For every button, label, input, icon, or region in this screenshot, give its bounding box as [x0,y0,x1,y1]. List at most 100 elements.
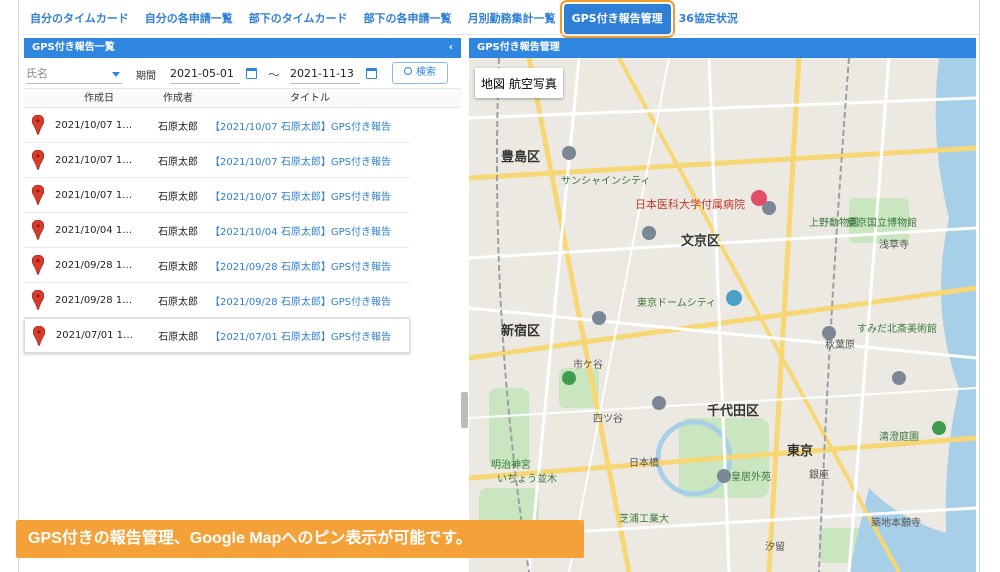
tab-subordinate-timecard[interactable]: 部下のタイムカード [241,4,356,34]
table-row[interactable]: 2021/10/04 1… 石原太郎 【2021/10/04 石原太郎】GPS付… [24,213,410,248]
map-label: サンシャインシティ [561,176,651,187]
map-pin-icon [24,115,52,135]
row-date: 2021/10/07 1… [55,154,133,166]
search-button-label: 検索 [416,67,436,78]
table-row[interactable]: 2021/10/07 1… 石原太郎 【2021/10/07 石原太郎】GPS付… [24,143,410,178]
map-label: 芝浦工業大 [619,514,669,525]
row-author: 石原太郎 [158,296,198,308]
report-rows: 2021/10/07 1… 石原太郎 【2021/10/07 石原太郎】GPS付… [24,108,410,353]
chevron-left-icon[interactable]: ‹ [449,38,453,58]
row-date: 2021/07/01 1… [55,330,134,341]
table-row[interactable]: 2021/09/28 1… 石原太郎 【2021/09/28 石原太郎】GPS付… [24,248,410,283]
map-label: 文京区 [681,234,721,249]
row-date: 2021/09/28 1… [55,294,133,306]
row-author: 石原太郎 [158,226,198,238]
map-label: 汐留 [765,542,785,553]
panel-resize-handle[interactable] [461,392,468,428]
report-list-title: GPS付き報告一覧 [32,42,115,53]
tab-monthly-summary[interactable]: 月別勤務集計一覧 [460,4,564,34]
row-title-link[interactable]: 【2021/10/07 石原太郎】GPS付き報告 [210,118,410,133]
map-label: 東京国立博物館 [847,218,917,229]
row-author: 石原太郎 [158,121,198,133]
table-row[interactable]: 2021/07/01 1… 石原太郎 【2021/07/01 石原太郎】GPS付… [24,318,410,353]
tab-my-requests[interactable]: 自分の各申請一覧 [137,4,241,34]
map-type-toggle[interactable]: 地図 航空写真 [475,68,564,98]
search-icon [404,67,412,75]
date-to-input[interactable]: 2021-11-13 [290,64,360,84]
gps-map-panel: GPS付き報告管理 地図 航空写真 豊島区 文京区 新宿区 千代田区 東京 サン… [469,38,976,572]
caret-down-icon [112,72,120,77]
map-label: 東京 [787,444,814,459]
map-type-satellite[interactable]: 航空写真 [507,75,559,92]
row-author: 石原太郎 [158,261,198,273]
tab-my-timecard[interactable]: 自分のタイムカード [22,4,137,34]
tab-bar: 自分のタイムカード 自分の各申請一覧 部下のタイムカード 部下の各申請一覧 月別… [22,0,746,38]
map-label: 明治神宮 [491,460,531,471]
gps-map-header: GPS付き報告管理 [469,38,976,58]
row-author: 石原太郎 [158,156,198,168]
name-select[interactable]: 氏名 [26,64,122,84]
map-label: 豊島区 [501,150,541,165]
map-pin-icon [24,150,52,170]
tab-subordinate-requests[interactable]: 部下の各申請一覧 [356,4,460,34]
column-created-date[interactable]: 作成日 [52,89,146,107]
calendar-icon[interactable] [246,68,257,79]
map-label: 皇居外苑 [731,472,771,483]
row-title-link[interactable]: 【2021/09/28 石原太郎】GPS付き報告 [210,258,410,273]
gps-map-title: GPS付き報告管理 [477,42,560,53]
report-list-panel: GPS付き報告一覧 ‹ 氏名 期間 2021-05-01 ～ 2021-11-1… [24,38,461,572]
map-label: 市ケ谷 [573,360,603,371]
tab-36-agreement[interactable]: 36協定状況 [671,4,746,34]
column-author[interactable]: 作成者 [146,89,210,107]
table-row[interactable]: 2021/10/07 1… 石原太郎 【2021/10/07 石原太郎】GPS付… [24,178,410,213]
map-label: 銀座 [809,470,829,481]
map-graphic [469,58,976,572]
row-date: 2021/10/07 1… [55,119,133,131]
column-title[interactable]: タイトル [210,89,410,107]
row-title-link[interactable]: 【2021/10/07 石原太郎】GPS付き報告 [210,188,410,203]
feature-caption: GPS付きの報告管理、Google Mapへのピン表示が可能です。 [16,520,584,558]
map-label: 浅草寺 [879,240,909,251]
map-label: 東京ドームシティ [637,298,717,309]
table-row[interactable]: 2021/10/07 1… 石原太郎 【2021/10/07 石原太郎】GPS付… [24,108,410,143]
row-title-link[interactable]: 【2021/07/01 石原太郎】GPS付き報告 [210,328,409,343]
map-pin-icon [25,325,53,346]
map-label: いちょう並木 [497,474,557,485]
row-date: 2021/10/04 1… [55,224,133,236]
google-map[interactable]: 地図 航空写真 豊島区 文京区 新宿区 千代田区 東京 サンシャインシティ 日本… [469,58,976,572]
map-label: 日本橋 [629,458,659,469]
tab-gps-report[interactable]: GPS付き報告管理 [559,0,675,38]
calendar-icon[interactable] [366,68,377,79]
row-title-link[interactable]: 【2021/10/07 石原太郎】GPS付き報告 [210,153,410,168]
row-date: 2021/09/28 1… [55,259,133,271]
tab-divider [22,34,980,35]
map-label: 千代田区 [707,404,760,419]
date-separator: ～ [268,68,281,82]
row-title-link[interactable]: 【2021/10/04 石原太郎】GPS付き報告 [210,223,410,238]
map-label: 清澄庭園 [879,432,919,443]
map-type-map[interactable]: 地図 [479,75,507,92]
search-button[interactable]: 検索 [392,62,448,84]
date-from-input[interactable]: 2021-05-01 [170,64,240,84]
name-select-placeholder: 氏名 [26,67,48,80]
row-title-link[interactable]: 【2021/09/28 石原太郎】GPS付き報告 [210,293,410,308]
table-header: 作成日 作成者 タイトル [24,88,461,108]
row-author: 石原太郎 [158,332,199,343]
map-pin-icon [24,185,52,205]
row-author: 石原太郎 [158,191,198,203]
filter-bar: 氏名 期間 2021-05-01 ～ 2021-11-13 検索 [24,58,461,88]
map-label: 秋葉原 [825,340,855,351]
map-label: 四ツ谷 [593,414,623,425]
period-label: 期間 [136,71,156,82]
row-date: 2021/10/07 1… [55,189,133,201]
map-pin-icon [24,220,52,240]
map-pin-icon [24,255,52,275]
map-label: 日本医科大学付属病院 [635,198,745,211]
column-pin [24,89,52,107]
map-label: すみだ北斎美術館 [857,324,937,335]
map-pin-icon [24,290,52,310]
table-row[interactable]: 2021/09/28 1… 石原太郎 【2021/09/28 石原太郎】GPS付… [24,283,410,318]
map-label: 新宿区 [501,324,541,339]
map-label: 築地本願寺 [871,518,921,529]
report-list-header: GPS付き報告一覧 ‹ [24,38,461,58]
